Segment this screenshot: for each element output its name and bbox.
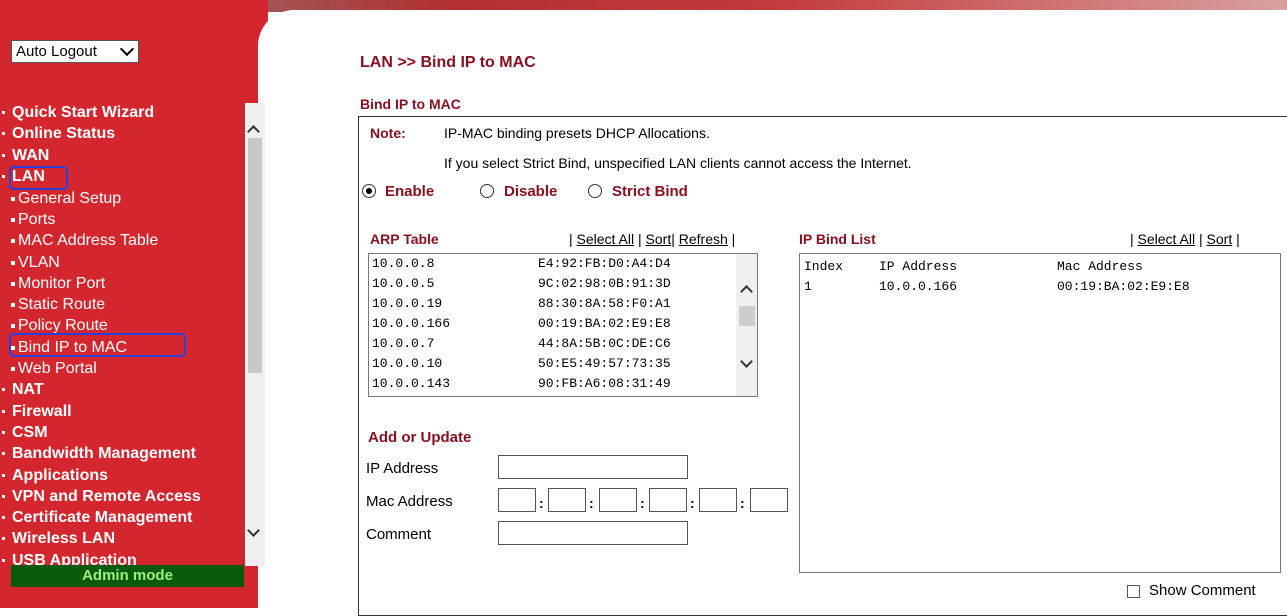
mac-separator: : (740, 495, 745, 511)
arp-select-all-link[interactable]: Select All (577, 231, 635, 247)
sidebar-item-applications[interactable]: Applications (1, 466, 108, 486)
chevron-down-icon (119, 41, 135, 56)
sidebar-item-wan[interactable]: WAN (1, 146, 49, 166)
admin-mode-bar: Admin mode (11, 565, 244, 587)
show-comment-checkbox[interactable] (1127, 585, 1140, 598)
arp-sort-link[interactable]: Sort (646, 231, 672, 247)
ip-bind-list[interactable]: Index IP Address Mac Address 1 10.0.0.16… (799, 253, 1281, 573)
mac-octet-4-input[interactable] (649, 488, 687, 512)
mac-octet-3-input[interactable] (599, 488, 637, 512)
sidebar-item-online-status[interactable]: Online Status (1, 124, 115, 144)
mac-separator: : (539, 495, 544, 511)
bind-list-links: | Select All | Sort | (1130, 231, 1240, 247)
sidebar-item-firewall[interactable]: Firewall (2, 402, 72, 422)
sidebar-item-vpn-and-remote-access[interactable]: VPN and Remote Access (2, 487, 201, 507)
arp-ip: 10.0.0.143 (372, 376, 451, 391)
mac-octet-5-input[interactable] (699, 488, 737, 512)
comment-label: Comment (366, 526, 432, 543)
note-line-2: If you select Strict Bind, unspecified L… (444, 155, 912, 171)
arp-ip: 10.0.0.5 (372, 276, 435, 291)
enable-label[interactable]: Enable (385, 183, 434, 200)
sidebar-item-csm[interactable]: CSM (2, 423, 48, 443)
enable-radio[interactable] (362, 184, 376, 198)
arp-ip: 10.0.0.10 (372, 356, 443, 371)
highlight-bind-ip-to-mac (9, 333, 186, 357)
bind-row-index[interactable]: 1 (804, 279, 812, 294)
note-label: Note: (370, 125, 406, 141)
highlight-lan (9, 166, 68, 190)
sidebar-item-mac-address-table[interactable]: MAC Address Table (10, 231, 158, 251)
admin-mode-label: Admin mode (82, 567, 173, 584)
bind-col-index: Index (804, 259, 844, 274)
arp-table-list[interactable]: 10.0.0.8 E4:92:FB:D0:A4:D4 10.0.0.5 9C:02:… (368, 253, 758, 397)
arp-refresh-link[interactable]: Refresh (679, 231, 728, 247)
arp-mac: E4:92:FB:D0:A4:D4 (538, 256, 671, 271)
add-or-update-title: Add or Update (368, 429, 472, 446)
sidebar-item-vlan[interactable]: VLAN (11, 253, 60, 273)
arp-mac: 44:8A:5B:0C:DE:C6 (538, 336, 671, 351)
sidebar-item-monitor-port[interactable]: Monitor Port (10, 274, 105, 294)
arp-ip: 10.0.0.19 (372, 296, 443, 311)
bind-select-all-link[interactable]: Select All (1138, 231, 1196, 247)
sidebar-item-nat[interactable]: NAT (2, 380, 44, 400)
sidebar-item-wireless-lan[interactable]: Wireless LAN (2, 529, 115, 549)
sidebar-item-bandwidth-management[interactable]: Bandwidth Management (1, 444, 196, 464)
disable-radio[interactable] (480, 184, 494, 198)
bind-col-mac: Mac Address (1057, 259, 1143, 274)
mac-separator: : (589, 495, 594, 511)
auto-logout-label: Auto Logout (16, 43, 97, 60)
section-title: Bind IP to MAC (360, 96, 461, 112)
sidebar-item-quick-start-wizard[interactable]: Quick Start Wizard (1, 103, 154, 123)
disable-label[interactable]: Disable (504, 183, 557, 200)
sidebar-item-general-setup[interactable]: General Setup (10, 189, 121, 209)
ip-bind-list-header: IP Bind List (799, 231, 876, 247)
arp-ip: 10.0.0.166 (372, 316, 451, 331)
ip-address-label: IP Address (366, 460, 439, 477)
strict-bind-label[interactable]: Strict Bind (612, 183, 688, 200)
bind-row-ip[interactable]: 10.0.0.166 (879, 279, 957, 294)
sidebar-item-certificate-management[interactable]: Certificate Management (2, 508, 193, 528)
sidebar-item-ports[interactable]: Ports (10, 210, 55, 230)
strict-bind-radio[interactable] (588, 184, 602, 198)
sidebar-item-static-route[interactable]: Static Route (10, 295, 105, 315)
page-title: LAN >> Bind IP to MAC (360, 54, 536, 71)
arp-mac: 00:19:BA:02:E9:E8 (538, 316, 671, 331)
arp-mac: 88:30:8A:58:F0:A1 (538, 296, 671, 311)
arp-mac: 9C:02:98:0B:91:3D (538, 276, 671, 291)
sidebar-scroll-thumb[interactable] (248, 138, 262, 373)
sidebar-item-usb-application[interactable]: USB Application (2, 551, 137, 566)
mac-separator: : (640, 495, 645, 511)
arp-mac: 90:FB:A6:08:31:49 (538, 376, 671, 391)
arp-table-links: | Select All | Sort| Refresh | (569, 231, 736, 247)
bind-col-ip: IP Address (879, 259, 958, 274)
comment-input[interactable] (498, 521, 688, 545)
bind-sort-link[interactable]: Sort (1207, 231, 1233, 247)
bind-row-mac[interactable]: 00:19:BA:02:E9:E8 (1057, 279, 1190, 294)
auto-logout-select[interactable]: Auto Logout (11, 40, 139, 63)
arp-mac: 50:E5:49:57:73:35 (538, 356, 671, 371)
arp-ip: 10.0.0.8 (372, 256, 435, 271)
mac-separator: : (690, 495, 695, 511)
mac-address-label: Mac Address (366, 493, 453, 510)
note-line-1: IP-MAC binding presets DHCP Allocations. (444, 125, 710, 141)
show-comment-label[interactable]: Show Comment (1149, 582, 1256, 599)
sidebar-item-web-portal[interactable]: Web Portal (11, 359, 97, 379)
arp-scroll-thumb[interactable] (739, 306, 755, 326)
mac-octet-6-input[interactable] (750, 488, 788, 512)
arp-table-header: ARP Table (370, 231, 439, 247)
mac-octet-1-input[interactable] (498, 488, 536, 512)
mac-octet-2-input[interactable] (548, 488, 586, 512)
ip-address-input[interactable] (498, 455, 688, 479)
arp-ip: 10.0.0.7 (372, 336, 435, 351)
